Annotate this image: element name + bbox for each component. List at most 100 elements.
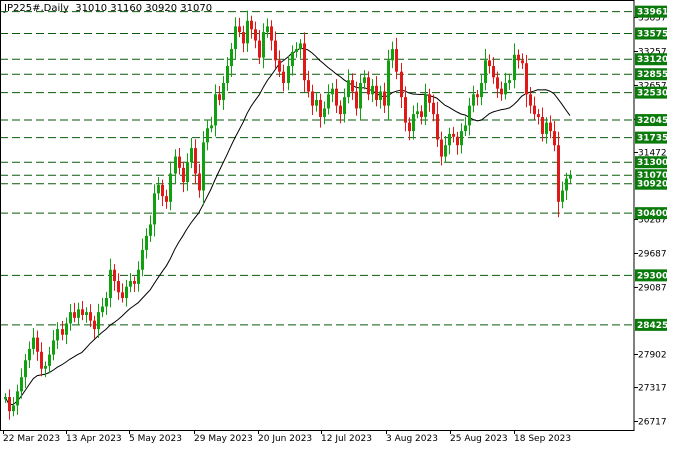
y-tick-label: 29087: [638, 283, 667, 293]
candle-body: [230, 49, 233, 67]
candle-body: [250, 20, 253, 30]
candle-body: [262, 32, 265, 58]
candle-body: [379, 91, 382, 100]
candle-body: [468, 105, 471, 126]
candle-body: [141, 249, 144, 270]
candle-body: [355, 91, 358, 109]
candle-body: [400, 71, 403, 98]
candle-body: [371, 85, 374, 95]
candle-body: [432, 102, 435, 115]
candle-body: [254, 29, 257, 41]
candle-body: [436, 114, 439, 140]
x-tick-label: 20 Jun 2023: [258, 434, 312, 444]
candle-body: [105, 298, 108, 307]
candle-body: [307, 80, 310, 92]
x-tick-label: 5 May 2023: [129, 434, 182, 444]
candle-body: [69, 312, 72, 324]
candle-body: [101, 306, 104, 313]
price-chart[interactable]: 3385733257326573205731472302872968729087…: [0, 0, 674, 449]
candle-body: [40, 351, 43, 369]
candle-body: [508, 80, 511, 84]
candle-body: [282, 71, 285, 84]
candle-body: [295, 49, 298, 52]
level-label: 32855: [637, 70, 668, 80]
candle-body: [347, 80, 350, 98]
candle-body: [89, 312, 92, 321]
candle-body: [85, 312, 88, 315]
level-label: 33120: [637, 55, 668, 65]
candle-body: [93, 320, 96, 330]
candle-body: [258, 40, 261, 58]
candle-body: [278, 60, 281, 72]
candle-body: [452, 133, 455, 137]
moving-average: [4, 47, 571, 406]
candle-body: [387, 60, 390, 106]
candle-body: [412, 114, 415, 132]
candle-body: [533, 105, 536, 115]
candle-body: [133, 281, 136, 284]
x-tick-label: 13 Apr 2023: [66, 434, 122, 444]
candle-body: [391, 49, 394, 61]
candle-body: [77, 309, 80, 318]
chart-area[interactable]: JP225#,Daily 31010 31160 30920 31070 338…: [0, 0, 674, 449]
candle-body: [97, 312, 100, 330]
level-label: 33961: [637, 8, 668, 18]
level-label: 29300: [637, 271, 668, 281]
x-tick-label: 3 Aug 2023: [386, 434, 438, 444]
candle-body: [32, 337, 35, 349]
candle-body: [149, 224, 152, 236]
candle-body: [343, 97, 346, 115]
candle-body: [65, 323, 68, 335]
x-axis: 22 Mar 2023 13 Apr 2023 5 May 2023 29 May 2…: [3, 430, 571, 444]
candle-body: [234, 26, 237, 50]
candle-body: [408, 122, 411, 132]
candle-body: [210, 125, 213, 129]
candle-body: [161, 184, 164, 197]
candle-body: [36, 337, 39, 352]
x-tick-label: 25 Aug 2023: [450, 434, 508, 444]
candle-body: [327, 94, 330, 109]
candle-body: [367, 77, 370, 95]
candle-body: [541, 116, 544, 134]
candle-body: [404, 97, 407, 123]
candle-body: [331, 88, 334, 95]
candle-body: [335, 88, 338, 106]
candle-body: [456, 136, 459, 146]
candle-body: [315, 99, 318, 106]
candle-body: [270, 26, 273, 41]
candle-body: [214, 94, 217, 126]
candle-body: [28, 348, 31, 361]
candle-body: [61, 329, 64, 335]
x-tick-label: 12 Jul 2023: [321, 434, 372, 444]
candle-body: [500, 88, 503, 95]
candle-body: [12, 405, 15, 412]
candle-body: [476, 94, 479, 98]
candle-body: [529, 94, 532, 106]
candle-body: [569, 175, 572, 179]
candle-body: [549, 122, 552, 132]
candle-body: [504, 83, 507, 95]
candle-body: [416, 111, 419, 115]
candle-body: [24, 360, 27, 378]
candle-body: [52, 340, 55, 355]
candle-body: [323, 108, 326, 117]
level-labels: 33961 33575 33120 32855 32530 32045 31735 31300…: [635, 5, 668, 331]
candle-body: [153, 193, 156, 225]
level-label: 32530: [637, 89, 668, 99]
candle-body: [464, 125, 467, 132]
candle-body: [513, 54, 516, 81]
level-label: 28425: [637, 321, 668, 331]
candle-body: [165, 196, 168, 202]
candle-body: [137, 269, 140, 284]
candle-body: [157, 184, 160, 194]
candle-body: [246, 20, 249, 44]
candle-body: [383, 91, 386, 106]
candle-body: [472, 94, 475, 106]
candle-body: [395, 49, 398, 72]
candle-body: [266, 26, 269, 33]
candle-body: [480, 83, 483, 98]
candle-body: [44, 365, 47, 369]
candle-body: [428, 94, 431, 103]
candle-body: [517, 54, 520, 61]
candle-body: [202, 142, 205, 191]
